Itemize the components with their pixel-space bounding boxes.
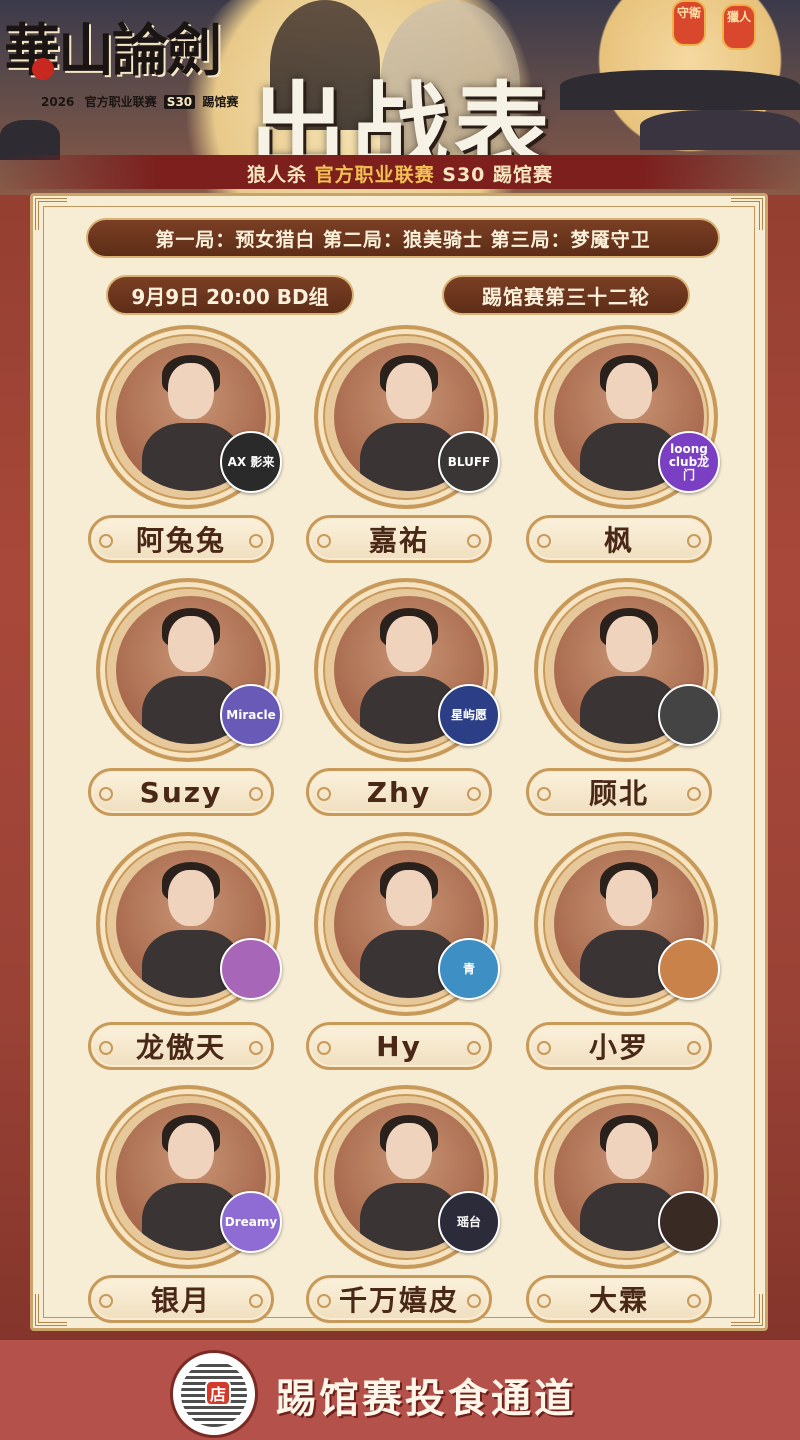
avatar-head	[606, 1123, 652, 1179]
corner-ornament-icon	[731, 1294, 763, 1326]
logo-league: 官方职业联赛	[84, 95, 157, 109]
portrait-frame: Miracle	[96, 578, 282, 762]
avatar-head	[386, 363, 432, 419]
logo-season: S30	[163, 95, 196, 109]
avatar-head	[168, 1123, 214, 1179]
team-logo-icon	[658, 938, 720, 1000]
portrait-frame: Dreamy	[96, 1085, 282, 1269]
team-logo-icon: 青	[438, 938, 500, 1000]
player-card: 大霖	[526, 1085, 726, 1329]
player-name: 阿兔兔	[88, 515, 274, 563]
team-logo-icon: Miracle	[220, 684, 282, 746]
player-name: 小罗	[526, 1022, 712, 1070]
avatar-head	[168, 363, 214, 419]
roof-illustration-3	[0, 120, 60, 160]
player-card: BLUFF 嘉祐	[306, 325, 506, 569]
team-logo-icon: 星屿愿	[438, 684, 500, 746]
corner-ornament-icon	[35, 198, 67, 230]
logo-subtitle: 2026 官方职业联赛 S30 踢馆赛	[38, 93, 241, 110]
portrait-frame: loong club龙门	[534, 325, 720, 509]
date-label: 9月9日 20:00 BD组	[106, 275, 354, 315]
banner-prefix: 狼人杀	[246, 164, 307, 186]
team-logo-icon: BLUFF	[438, 431, 500, 493]
rounds-label: 第一局：预女猎白 第二局：狼美骑士 第三局：梦魇守卫	[86, 218, 720, 258]
banner-highlight: 官方职业联赛	[314, 164, 435, 186]
player-name: 银月	[88, 1275, 274, 1323]
portrait-frame	[534, 1085, 720, 1269]
logo-year: 2026	[41, 95, 75, 109]
avatar-head	[386, 616, 432, 672]
player-card: loong club龙门枫	[526, 325, 726, 569]
player-card: Dreamy 银月	[88, 1085, 288, 1329]
player-name: Zhy	[306, 768, 492, 816]
portrait-frame: 星屿愿	[314, 578, 500, 762]
team-logo-icon: 瑶台	[438, 1191, 500, 1253]
stage-label: 踢馆赛第三十二轮	[442, 275, 690, 315]
corner-ornament-icon	[731, 198, 763, 230]
portrait-frame	[96, 832, 282, 1016]
player-card: 顾北	[526, 578, 726, 822]
portrait-frame: BLUFF	[314, 325, 500, 509]
team-logo-icon: Dreamy	[220, 1191, 282, 1253]
shop-icon: 店	[205, 1380, 231, 1406]
lantern-hunter: 獵人	[722, 4, 756, 50]
team-logo-icon	[658, 684, 720, 746]
avatar-head	[386, 870, 432, 926]
player-name: 嘉祐	[306, 515, 492, 563]
player-name: Suzy	[88, 768, 274, 816]
portrait-frame: AX 影来	[96, 325, 282, 509]
lantern-guard: 守衛	[672, 0, 706, 46]
portrait-frame: 青	[314, 832, 500, 1016]
player-card: 星屿愿 Zhy	[306, 578, 506, 822]
seal-icon	[32, 58, 54, 80]
player-card: Miracle Suzy	[88, 578, 288, 822]
player-name: Hy	[306, 1022, 492, 1070]
logo-stage: 踢馆赛	[202, 95, 239, 109]
banner-suffix: S30 踢馆赛	[442, 164, 554, 186]
footer-text: 踢馆赛投食通道	[276, 1376, 577, 1422]
player-card: 青 Hy	[306, 832, 506, 1076]
roof-illustration	[560, 70, 800, 110]
team-logo-icon	[220, 938, 282, 1000]
avatar-head	[168, 616, 214, 672]
portrait-frame	[534, 578, 720, 762]
player-card: 龙傲天	[88, 832, 288, 1076]
avatar-head	[606, 616, 652, 672]
player-card: 瑶台千万嬉皮	[306, 1085, 506, 1329]
portrait-frame: 瑶台	[314, 1085, 500, 1269]
banner-text: 狼人杀 官方职业联赛 S30 踢馆赛	[0, 160, 800, 187]
roof-illustration-2	[640, 110, 800, 150]
player-name: 顾北	[526, 768, 712, 816]
team-logo-icon: AX 影来	[220, 431, 282, 493]
player-card: 小罗	[526, 832, 726, 1076]
avatar-head	[606, 870, 652, 926]
corner-ornament-icon	[35, 1294, 67, 1326]
team-logo-icon: loong club龙门	[658, 431, 720, 493]
avatar-head	[386, 1123, 432, 1179]
player-name: 千万嬉皮	[306, 1275, 492, 1323]
player-name: 龙傲天	[88, 1022, 274, 1070]
portrait-frame	[534, 832, 720, 1016]
avatar-head	[606, 363, 652, 419]
player-name: 枫	[526, 515, 712, 563]
player-name: 大霖	[526, 1275, 712, 1323]
team-logo-icon	[658, 1191, 720, 1253]
avatar-head	[168, 870, 214, 926]
player-card: AX 影来阿兔兔	[88, 325, 288, 569]
